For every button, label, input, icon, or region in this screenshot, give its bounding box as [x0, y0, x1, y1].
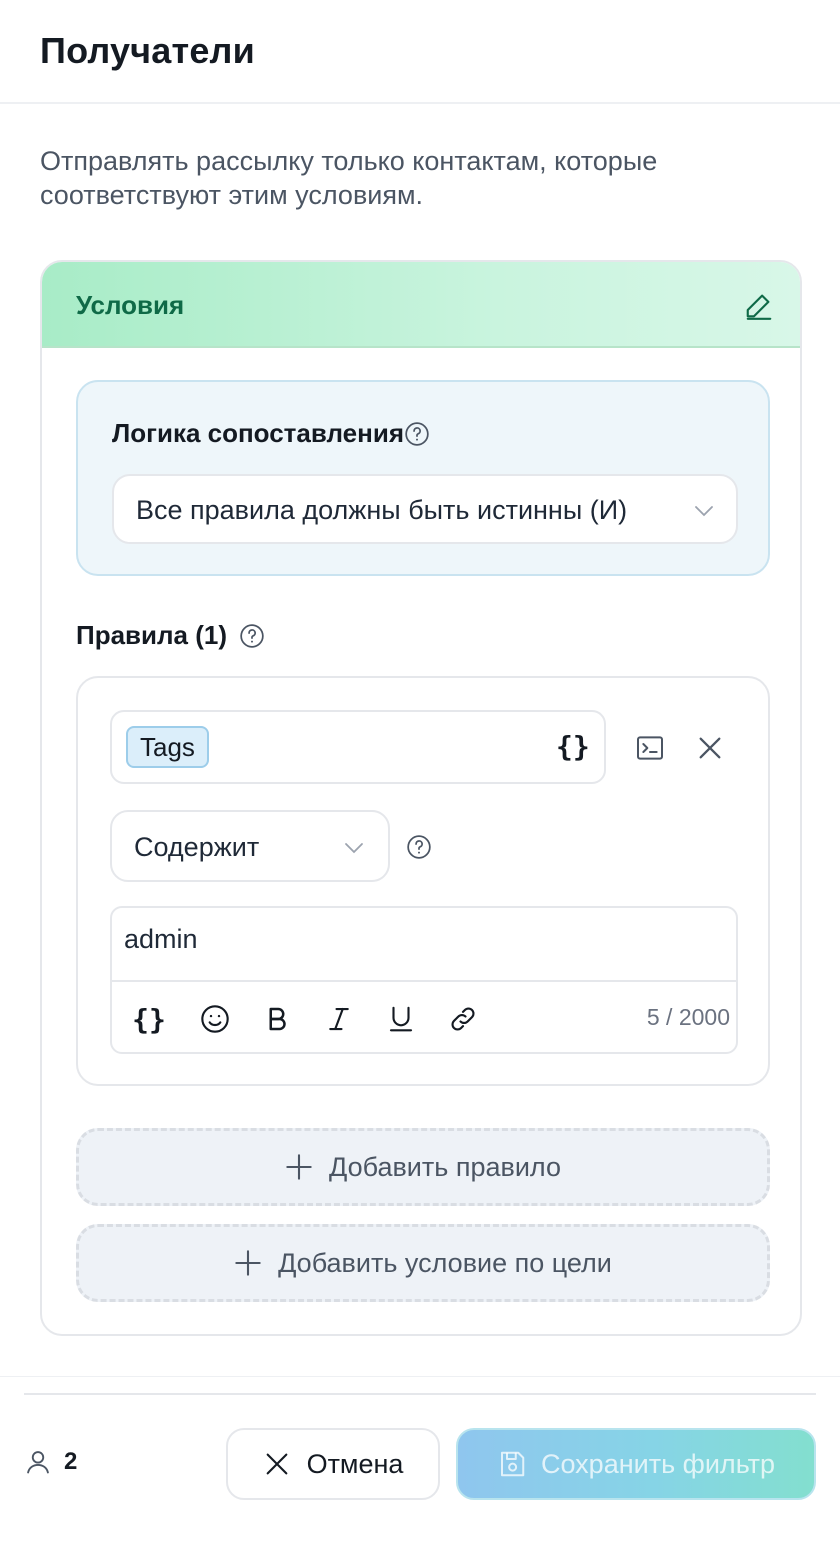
rules-title-row: Правила (1) — [76, 620, 265, 651]
close-icon — [699, 737, 721, 759]
conditions-header: Условия — [42, 262, 800, 348]
chevron-down-icon — [345, 843, 363, 854]
recipient-count: 2 — [24, 1448, 77, 1476]
matching-logic-label-row: Логика сопоставления — [112, 418, 430, 449]
page-header: Получатели — [0, 0, 840, 104]
bold-icon[interactable] — [260, 1002, 294, 1036]
recipient-count-value: 2 — [64, 1448, 78, 1475]
help-icon[interactable] — [404, 421, 430, 447]
add-rule-button[interactable]: Добавить правило — [76, 1128, 770, 1206]
matching-logic-value: Все правила должны быть истинны (И) — [136, 495, 628, 525]
value-toolbar: {} 5 / 2000 — [112, 980, 736, 1052]
operator-select[interactable]: Содержит — [110, 810, 390, 882]
user-icon — [27, 1451, 49, 1474]
insert-variable-button[interactable]: {} — [556, 730, 590, 763]
italic-icon[interactable] — [322, 1002, 356, 1036]
page-title: Получатели — [40, 30, 255, 71]
add-rule-label: Добавить правило — [329, 1151, 561, 1182]
save-filter-button[interactable]: Сохранить фильтр — [456, 1428, 816, 1500]
plus-icon — [286, 1154, 312, 1180]
cancel-button[interactable]: Отмена — [226, 1428, 440, 1500]
close-icon — [266, 1453, 287, 1475]
conditions-title: Условия — [76, 290, 185, 320]
add-goal-condition-button[interactable]: Добавить условие по цели — [76, 1224, 770, 1302]
plus-icon — [235, 1250, 261, 1276]
rule-field-input[interactable]: Tags {} — [110, 710, 606, 784]
rule-value-editor[interactable]: admin {} 5 / 2000 — [110, 906, 738, 1054]
remove-rule-button[interactable] — [694, 732, 726, 764]
edit-conditions-button[interactable] — [744, 290, 774, 320]
field-tag-chip[interactable]: Tags — [126, 726, 209, 768]
save-filter-label: Сохранить фильтр — [540, 1448, 776, 1479]
add-goal-condition-label: Добавить условие по цели — [278, 1247, 612, 1278]
cancel-label: Отмена — [306, 1448, 404, 1479]
rule-card: Tags {} Содержит admin {} 5 / 2000 — [76, 676, 770, 1086]
page-description: Отправлять рассылку только контактам, ко… — [40, 146, 658, 210]
underline-icon[interactable] — [384, 1002, 418, 1036]
matching-logic-select[interactable]: Все правила должны быть истинны (И) — [112, 474, 738, 544]
rule-value-text[interactable]: admin — [124, 924, 198, 955]
terminal-icon — [637, 736, 663, 760]
rules-title: Правила (1) — [76, 620, 227, 650]
matching-logic-label: Логика сопоставления — [112, 418, 405, 448]
matching-logic-panel: Логика сопоставления Все правила должны … — [76, 380, 770, 576]
save-icon — [500, 1451, 525, 1477]
footer-separator-top — [0, 1376, 840, 1377]
conditions-card: Условия Логика сопоставления Все правила… — [40, 260, 802, 1336]
footer-separator — [24, 1393, 816, 1395]
character-counter: 5 / 2000 — [646, 1004, 730, 1030]
help-icon[interactable] — [239, 623, 265, 649]
link-icon[interactable] — [446, 1002, 480, 1036]
code-mode-button[interactable] — [634, 732, 666, 764]
emoji-icon[interactable] — [198, 1002, 232, 1036]
operator-value: Содержит — [134, 832, 260, 862]
pencil-icon — [746, 294, 772, 320]
help-icon[interactable] — [406, 834, 432, 860]
braces-icon[interactable]: {} — [132, 1002, 166, 1036]
chevron-down-icon — [695, 506, 713, 517]
